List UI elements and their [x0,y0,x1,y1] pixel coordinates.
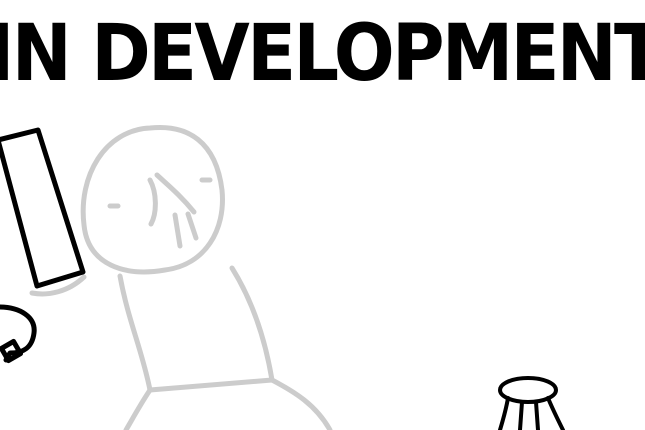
phone-body [0,127,86,289]
comic-panel: IN DEVELOPMENT [0,0,645,430]
stool-icon [498,376,565,430]
person-sketch [29,124,333,430]
person-body [117,265,275,393]
phone-icon [0,127,86,364]
sketch-scene [0,124,565,430]
person-face [107,172,213,249]
